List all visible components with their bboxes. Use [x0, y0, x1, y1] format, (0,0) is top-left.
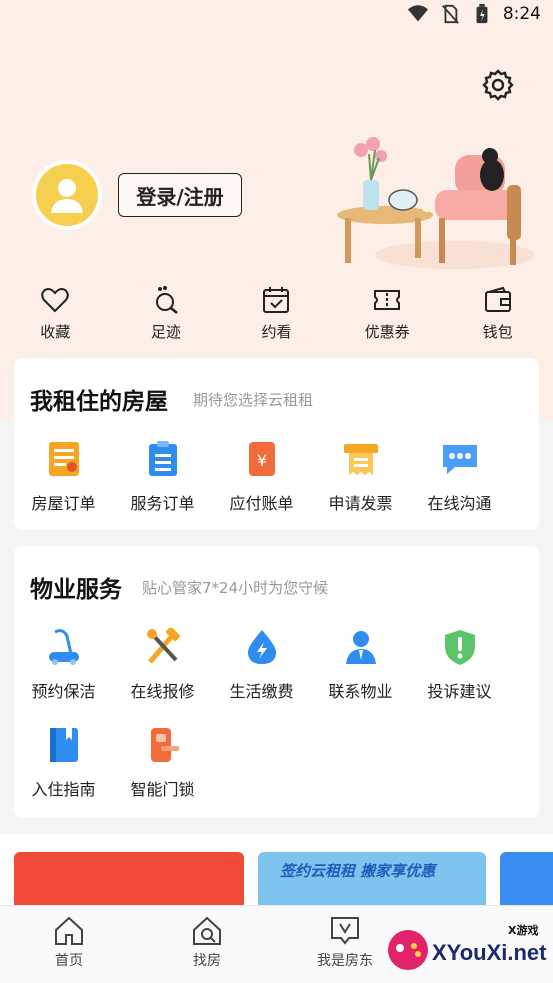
tab-landlord[interactable]: 我是房东: [300, 914, 390, 970]
rental-grid: 房屋订单 服务订单 ¥ 应付账单 申请发票 在线沟通: [14, 440, 539, 538]
rental-item-invoice[interactable]: 申请发票: [311, 440, 410, 538]
gamepad-logo-icon: [388, 930, 428, 970]
quick-action-label: 收藏: [40, 323, 71, 341]
quick-action-label: 约看: [261, 323, 292, 341]
coupon-icon: [374, 290, 401, 310]
rental-item-label: 在线沟通: [427, 494, 492, 513]
property-item-utility-payment[interactable]: 生活缴费: [212, 628, 311, 726]
tab-find-house[interactable]: 找房: [162, 914, 252, 970]
promo-banner-2-text: 签约云租租 搬家享优惠: [280, 862, 436, 880]
home-illustration: [337, 137, 535, 269]
tab-label: 我是房东: [317, 953, 373, 969]
quick-actions-row: 收藏 足迹 约看 优惠券 钱包: [0, 285, 553, 342]
promo-banner-3[interactable]: [500, 852, 553, 912]
calendar-icon: [263, 287, 290, 313]
battery-icon: [476, 4, 488, 24]
property-card-title: 物业服务: [30, 577, 122, 603]
property-item-move-in-guide[interactable]: 入住指南: [14, 726, 113, 824]
property-item-smart-lock[interactable]: 智能门锁: [113, 726, 212, 824]
clock-time: 8:24: [502, 4, 541, 24]
tab-label: 首页: [55, 953, 83, 969]
property-item-label: 投诉建议: [427, 682, 492, 701]
rental-item-label: 服务订单: [130, 494, 195, 513]
settings-gear-icon[interactable]: [481, 68, 515, 102]
rental-item-label: 申请发票: [328, 494, 393, 513]
property-item-complaint[interactable]: 投诉建议: [410, 628, 509, 726]
rental-item-label: 应付账单: [229, 494, 294, 513]
landlord-icon: [331, 917, 359, 945]
rental-item-payable-bill[interactable]: ¥ 应付账单: [212, 440, 311, 538]
repair-tools-icon: [146, 628, 180, 664]
property-card: 物业服务 贴心管家7*24小时为您守候 预约保洁 在线报修 生活缴费 联系物业 …: [14, 546, 539, 818]
guide-book-icon: [49, 728, 78, 762]
avatar[interactable]: [32, 160, 102, 230]
user-silhouette-icon: [51, 179, 83, 213]
manager-icon: [345, 631, 376, 664]
property-item-contact-property[interactable]: 联系物业: [311, 628, 410, 726]
shield-alert-icon: [444, 630, 475, 665]
wallet-icon: [484, 286, 511, 312]
no-sim-icon: [441, 4, 459, 24]
rental-card-subtitle: 期待您选择云租租: [193, 391, 314, 409]
status-bar: 8:24: [0, 0, 553, 32]
property-item-label: 在线报修: [130, 682, 195, 701]
watermark-top-text: X游戏: [508, 924, 539, 937]
rental-item-house-order[interactable]: 房屋订单: [14, 440, 113, 538]
heart-icon: [41, 288, 70, 313]
promo-banner-2[interactable]: 签约云租租 搬家享优惠: [258, 852, 486, 912]
promo-banner-strip: 签约云租租 搬家享优惠: [0, 834, 553, 912]
service-order-icon: [148, 441, 177, 476]
footprint-icon: [155, 286, 178, 314]
property-item-label: 联系物业: [328, 682, 393, 701]
house-order-icon: [48, 442, 79, 476]
quick-action-history[interactable]: 足迹: [111, 285, 222, 342]
property-card-subtitle: 贴心管家7*24小时为您守候: [142, 579, 329, 597]
promo-banner-1[interactable]: [14, 852, 244, 912]
tab-home[interactable]: 首页: [24, 914, 114, 970]
property-item-repair[interactable]: 在线报修: [113, 628, 212, 726]
login-register-button[interactable]: 登录/注册: [118, 173, 242, 217]
property-item-label: 智能门锁: [130, 780, 195, 799]
site-watermark: X游戏 XYouXi.net: [382, 920, 547, 978]
water-drop-icon: [247, 630, 276, 664]
rental-item-service-order[interactable]: 服务订单: [113, 440, 212, 538]
rental-card: 我租住的房屋 期待您选择云租租 房屋订单 服务订单 ¥ 应付账单 申请发票 在线…: [14, 358, 539, 530]
find-house-icon: [193, 916, 221, 945]
quick-action-favorites[interactable]: 收藏: [0, 285, 111, 342]
quick-action-label: 钱包: [482, 323, 513, 341]
quick-action-appointments[interactable]: 约看: [221, 285, 332, 342]
rental-item-online-chat[interactable]: 在线沟通: [410, 440, 509, 538]
home-icon: [55, 916, 83, 945]
smart-lock-icon: [150, 728, 179, 762]
property-item-label: 入住指南: [31, 780, 96, 799]
quick-action-wallet[interactable]: 钱包: [442, 285, 553, 342]
chat-icon: [442, 445, 477, 474]
vacuum-icon: [48, 629, 79, 665]
rental-item-label: 房屋订单: [31, 494, 96, 513]
quick-action-coupons[interactable]: 优惠券: [332, 285, 443, 342]
payable-bill-icon: ¥: [248, 442, 275, 476]
wifi-icon: [407, 5, 428, 22]
tab-label: 找房: [193, 953, 221, 969]
property-item-label: 预约保洁: [31, 682, 96, 701]
watermark-text: XYouXi.net: [432, 940, 547, 965]
quick-action-label: 足迹: [150, 323, 181, 341]
property-item-label: 生活缴费: [229, 682, 294, 701]
quick-action-label: 优惠券: [364, 323, 410, 341]
svg-text:¥: ¥: [256, 451, 266, 470]
invoice-icon: [343, 444, 378, 475]
property-grid: 预约保洁 在线报修 生活缴费 联系物业 投诉建议 入住指南 智能门锁: [14, 628, 539, 824]
property-item-cleaning[interactable]: 预约保洁: [14, 628, 113, 726]
rental-card-title: 我租住的房屋: [30, 389, 168, 415]
